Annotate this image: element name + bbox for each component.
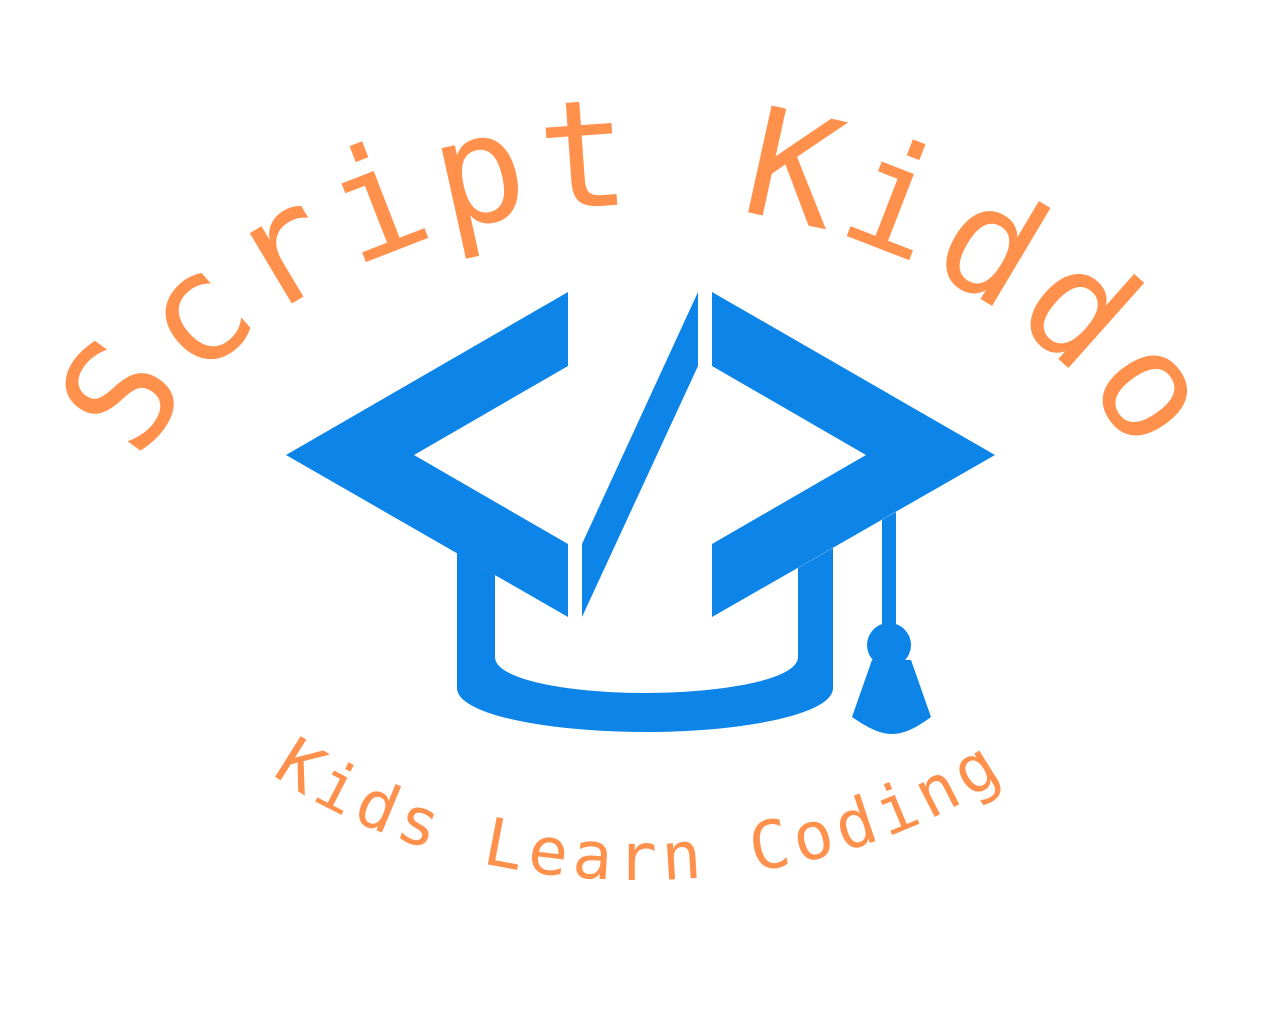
slash-shape xyxy=(582,292,698,617)
tassel-fringe-shape xyxy=(852,660,931,734)
right-bracket-shape xyxy=(712,292,995,617)
tagline: Kids Learn Coding xyxy=(263,723,1017,896)
graduation-cap-code-icon xyxy=(286,292,995,734)
left-bracket-shape xyxy=(286,292,568,617)
tagline-text: Kids Learn Coding xyxy=(263,723,1017,896)
tassel-cord-shape xyxy=(882,512,896,625)
logo-canvas: Script Kiddo Kids Learn Coding xyxy=(25,66,1246,896)
